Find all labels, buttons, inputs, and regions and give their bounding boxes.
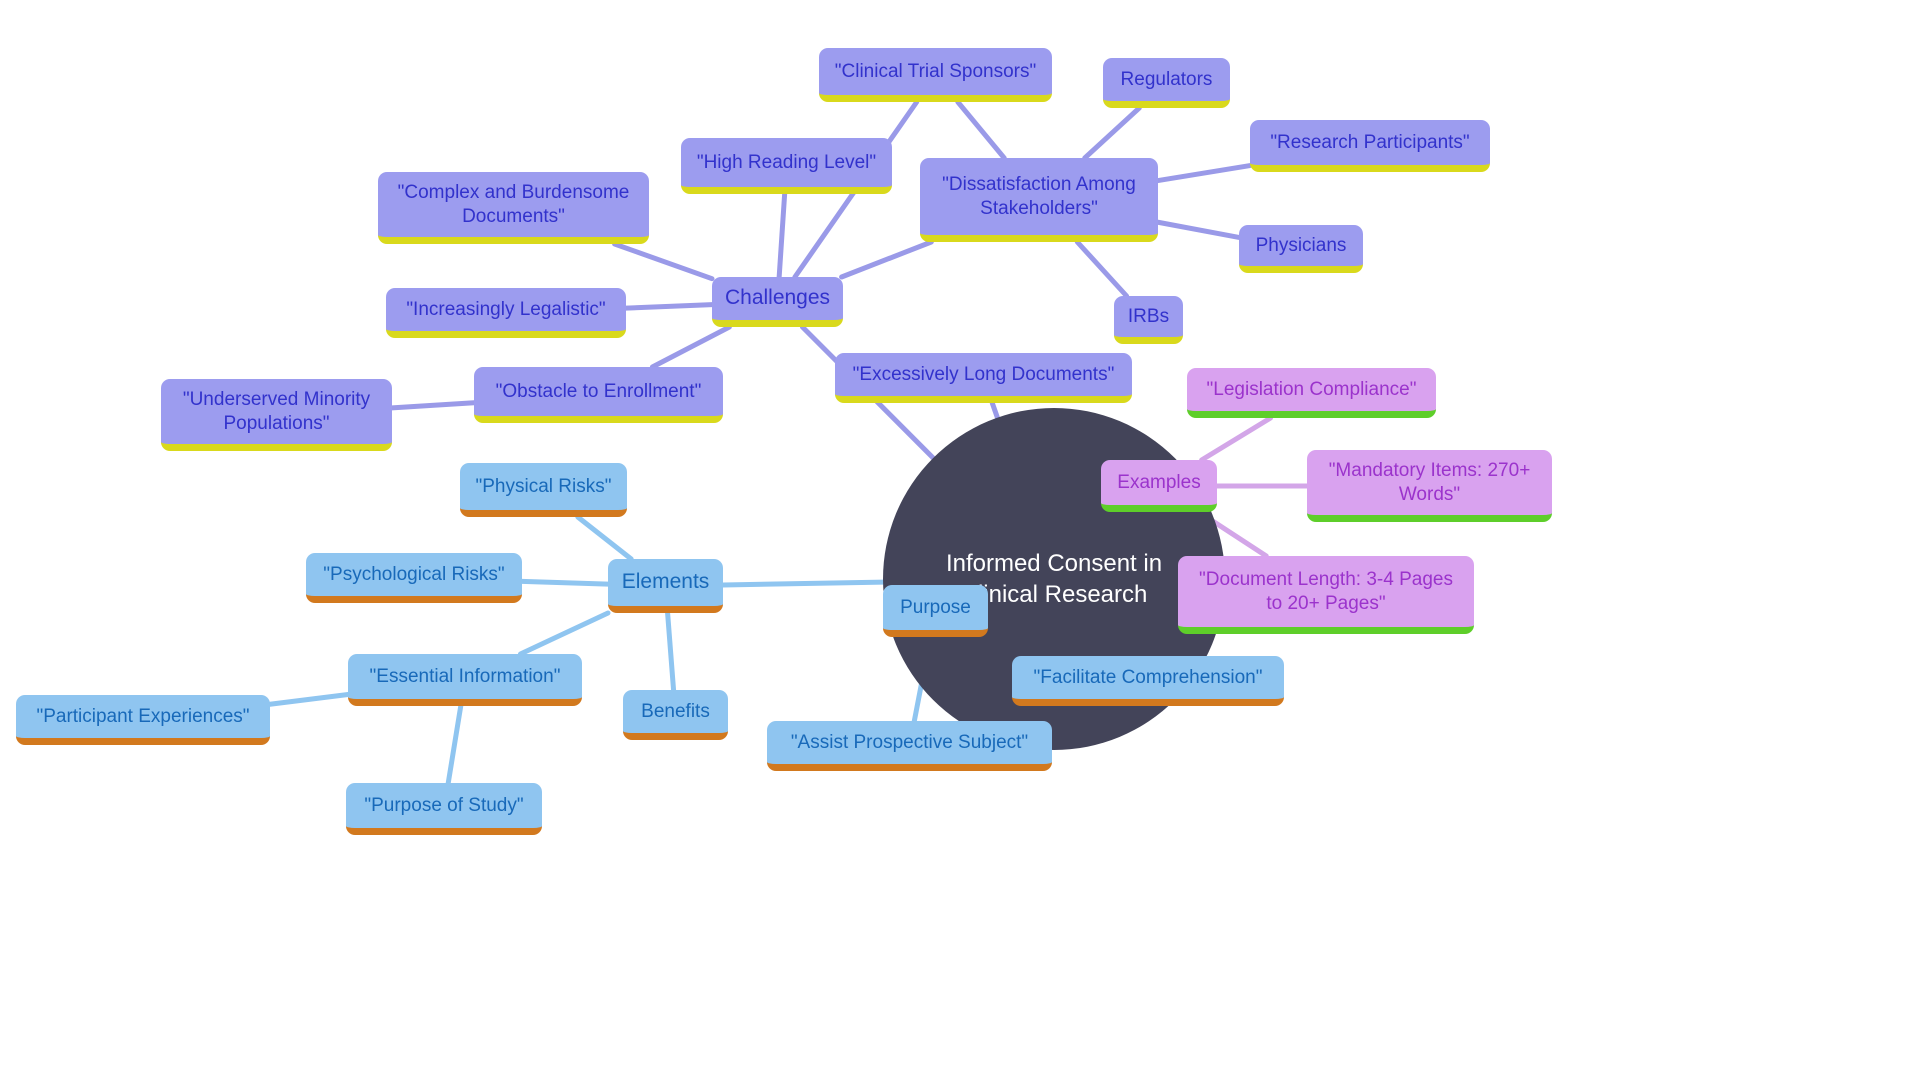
mindmap-node-purpose_of_study[interactable]: "Purpose of Study" — [346, 783, 542, 835]
mindmap-edge-examples-to-legislation_compliance — [1199, 415, 1274, 463]
mindmap-node-irbs[interactable]: IRBs — [1114, 296, 1183, 344]
mindmap-node-high_reading_level[interactable]: "High Reading Level" — [681, 138, 892, 194]
mindmap-node-benefits[interactable]: Benefits — [623, 690, 728, 740]
mindmap-node-physicians[interactable]: Physicians — [1239, 225, 1363, 273]
mindmap-edge-dissatisfaction_stakeholders-to-irbs — [1074, 239, 1130, 299]
mindmap-edge-essential_information-to-purpose_of_study — [445, 703, 464, 786]
mindmap-node-purpose[interactable]: Purpose — [883, 585, 988, 637]
mindmap-node-clinical_trial_sponsors[interactable]: "Clinical Trial Sponsors" — [819, 48, 1052, 102]
mindmap-edge-dissatisfaction_stakeholders-to-physicians — [1155, 219, 1242, 240]
mindmap-node-regulators[interactable]: Regulators — [1103, 58, 1230, 108]
mindmap-node-legislation_compliance[interactable]: "Legislation Compliance" — [1187, 368, 1436, 418]
mindmap-edge-challenges-to-complex_burdensome_documents — [612, 241, 715, 282]
mindmap-node-complex_burdensome_documents[interactable]: "Complex and Burdensome Documents" — [378, 172, 649, 244]
mindmap-node-dissatisfaction_stakeholders[interactable]: "Dissatisfaction Among Stakeholders" — [920, 158, 1158, 242]
mindmap-edge-challenges-to-high_reading_level — [776, 191, 788, 280]
mindmap-edge-challenges-to-dissatisfaction_stakeholders — [839, 239, 934, 280]
mindmap-node-research_participants[interactable]: "Research Participants" — [1250, 120, 1490, 172]
mindmap-edge-center-to-excessively_long_documents — [989, 400, 1000, 421]
mindmap-edge-elements-to-essential_information — [517, 610, 611, 657]
mindmap-node-psychological_risks[interactable]: "Psychological Risks" — [306, 553, 522, 603]
mindmap-edge-obstacle_to_enrollment-to-underserved_minority_populations — [389, 400, 477, 411]
mindmap-edge-challenges-to-obstacle_to_enrollment — [649, 324, 732, 370]
mindmap-edge-center-to-elements — [720, 579, 886, 588]
mindmap-edge-elements-to-benefits — [665, 610, 677, 693]
mindmap-node-document_length[interactable]: "Document Length: 3-4 Pages to 20+ Pages… — [1178, 556, 1474, 634]
mindmap-node-participant_experiences[interactable]: "Participant Experiences" — [16, 695, 270, 745]
mindmap-canvas: Challenges "Clinical Trial Sponsors" Regul… — [0, 0, 1920, 1080]
mindmap-edge-dissatisfaction_stakeholders-to-clinical_trial_sponsors — [955, 99, 1007, 161]
mindmap-node-obstacle_to_enrollment[interactable]: "Obstacle to Enrollment" — [474, 367, 723, 423]
mindmap-edge-elements-to-physical_risks — [575, 514, 634, 562]
mindmap-node-facilitate_comprehension[interactable]: "Facilitate Comprehension" — [1012, 656, 1284, 706]
mindmap-node-examples[interactable]: Examples — [1101, 460, 1217, 512]
mindmap-edge-essential_information-to-participant_experiences — [267, 692, 351, 707]
mindmap-node-excessively_long_documents[interactable]: "Excessively Long Documents" — [835, 353, 1132, 403]
mindmap-node-mandatory_items[interactable]: "Mandatory Items: 270+ Words" — [1307, 450, 1552, 522]
mindmap-edge-challenges-to-increasingly_legalistic — [623, 302, 715, 311]
mindmap-edge-dissatisfaction_stakeholders-to-regulators — [1082, 105, 1142, 161]
mindmap-node-assist_prospective_subject[interactable]: "Assist Prospective Subject" — [767, 721, 1052, 771]
mindmap-edge-elements-to-psychological_risks — [519, 578, 611, 587]
mindmap-node-elements[interactable]: Elements — [608, 559, 723, 613]
mindmap-node-underserved_minority_populations[interactable]: "Underserved Minority Populations" — [161, 379, 392, 451]
mindmap-node-essential_information[interactable]: "Essential Information" — [348, 654, 582, 706]
mindmap-node-increasingly_legalistic[interactable]: "Increasingly Legalistic" — [386, 288, 626, 338]
mindmap-edge-dissatisfaction_stakeholders-to-research_participants — [1155, 163, 1253, 184]
mindmap-node-physical_risks[interactable]: "Physical Risks" — [460, 463, 627, 517]
mindmap-node-challenges[interactable]: Challenges — [712, 277, 843, 327]
